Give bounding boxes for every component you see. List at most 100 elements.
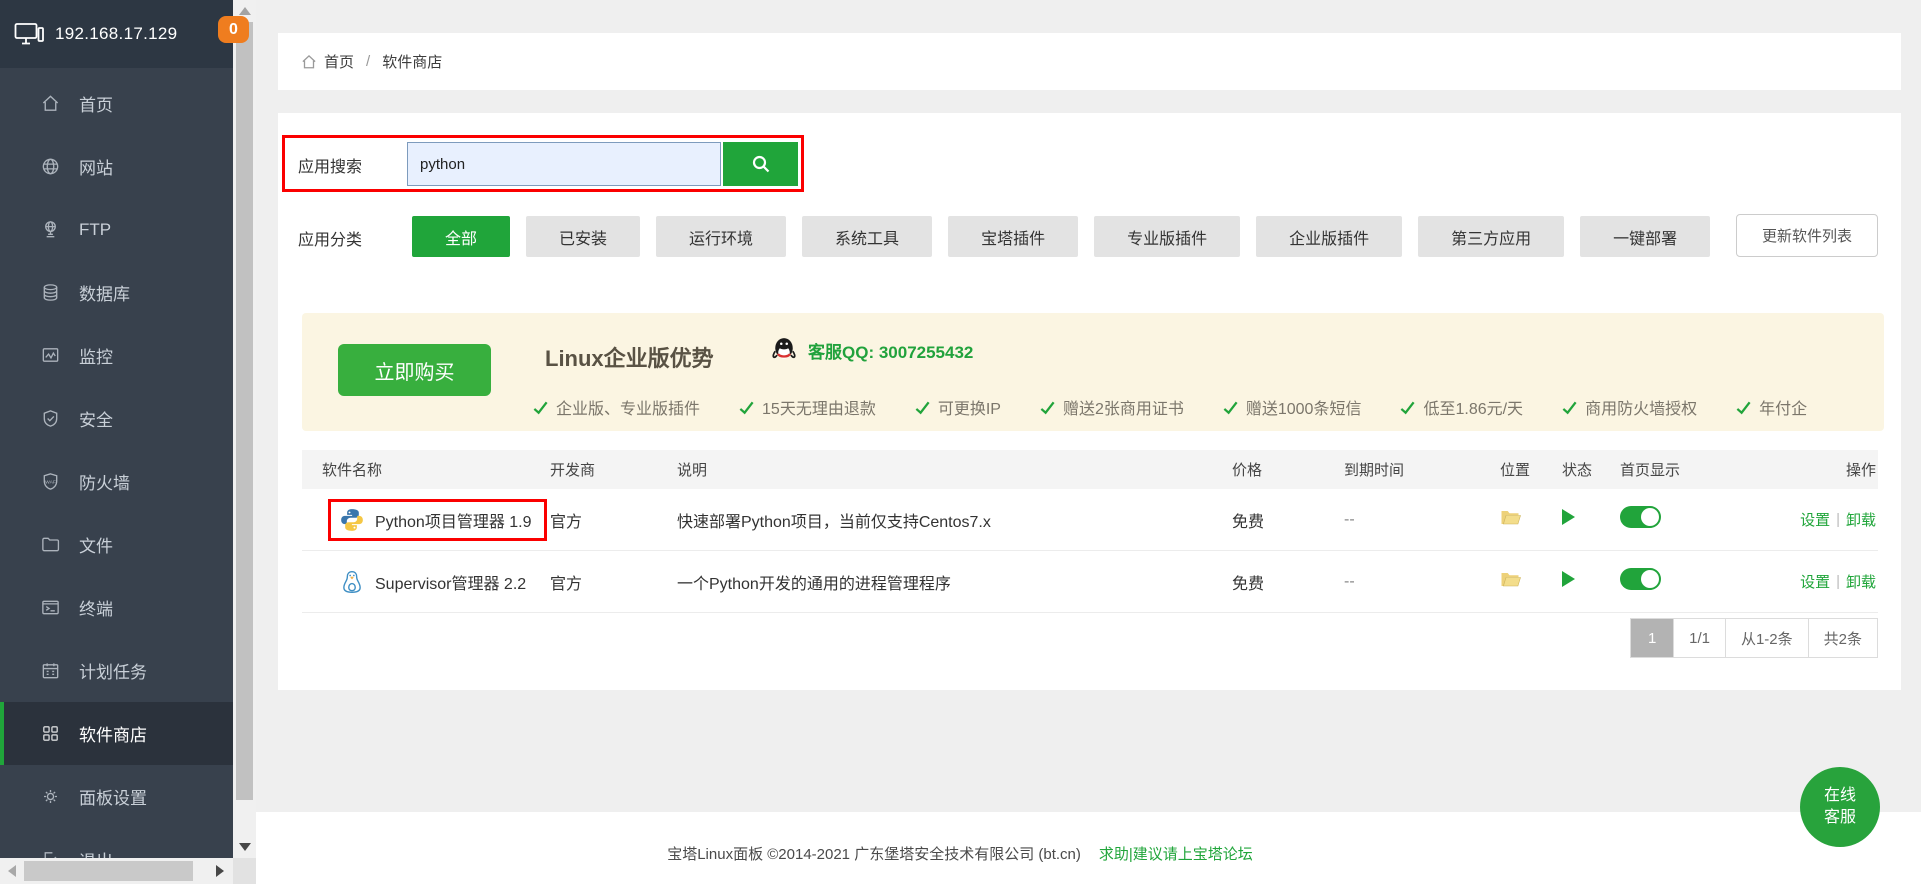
category-tab-bt-plugins[interactable]: 宝塔插件	[948, 216, 1078, 257]
app-name-link[interactable]: Supervisor管理器 2.2	[375, 570, 526, 594]
sidebar-item-security[interactable]: 安全	[0, 387, 233, 450]
table-row: Python项目管理器 1.9 官方 快速部署Python项目，当前仅支持Cen…	[302, 489, 1878, 551]
scroll-right-arrow-icon[interactable]	[216, 865, 224, 877]
category-tab-third-party[interactable]: 第三方应用	[1418, 216, 1564, 257]
banner-feature: 商用防火墙授权	[1561, 395, 1697, 419]
pagination: 1 1/1 从1-2条 共2条	[1631, 618, 1878, 658]
terminal-icon	[40, 597, 61, 618]
online-support-button[interactable]: 在线 客服	[1800, 767, 1880, 847]
sidebar-item-label: 退出	[79, 847, 113, 858]
uninstall-link[interactable]: 卸载	[1846, 509, 1876, 530]
col-header-name: 软件名称	[302, 459, 550, 480]
svg-text:WAF: WAF	[45, 479, 56, 485]
sidebar-item-monitor[interactable]: 监控	[0, 324, 233, 387]
sidebar-item-website[interactable]: 网站	[0, 135, 233, 198]
play-icon[interactable]	[1562, 571, 1575, 587]
breadcrumb-separator: /	[366, 53, 370, 70]
sidebar-item-firewall[interactable]: WAF 防火墙	[0, 450, 233, 513]
sidebar-nav: 首页 网站 FTP 数据库 监控 安全 WAF 防火墙 文件	[0, 68, 233, 858]
scrollbar-corner	[233, 858, 256, 884]
sidebar-item-label: 防火墙	[79, 469, 130, 494]
check-icon	[914, 399, 931, 416]
main-content: 宝塔Linux面板 ©2014-2021 广东堡塔安全技术有限公司 (bt.cn…	[256, 0, 1921, 884]
folder-icon	[40, 534, 61, 555]
settings-link[interactable]: 设置	[1800, 509, 1830, 530]
scroll-up-arrow-icon[interactable]	[239, 7, 251, 15]
sidebar-item-label: 首页	[79, 91, 113, 116]
check-icon	[1399, 399, 1416, 416]
check-icon	[1222, 399, 1239, 416]
check-icon	[1735, 399, 1752, 416]
banner-feature: 年付企	[1735, 395, 1807, 419]
folder-yellow-icon[interactable]	[1500, 570, 1522, 589]
category-filter-row: 全部 已安装 运行环境 系统工具 宝塔插件 专业版插件 企业版插件 第三方应用 …	[412, 216, 1710, 257]
category-tab-pro-plugins[interactable]: 专业版插件	[1094, 216, 1240, 257]
breadcrumb-home-link[interactable]: 首页	[324, 51, 354, 72]
support-qq: 客服QQ: 3007255432	[769, 335, 973, 365]
folder-yellow-icon[interactable]	[1500, 508, 1522, 527]
qq-penguin-icon	[769, 335, 799, 365]
category-tab-system-tools[interactable]: 系统工具	[802, 216, 932, 257]
horizontal-scrollbar-thumb[interactable]	[24, 861, 193, 881]
sidebar-item-label: 安全	[79, 406, 113, 431]
pagination-total: 共2条	[1808, 618, 1878, 658]
gear-icon	[40, 786, 61, 807]
app-store-panel: 应用搜索 应用分类 全部 已安装 运行环境 系统工具 宝塔插件 专业版插件 企业…	[278, 113, 1901, 690]
footer-forum-link[interactable]: 求助|建议请上宝塔论坛	[1099, 846, 1253, 863]
buy-now-button[interactable]: 立即购买	[338, 344, 491, 396]
banner-feature: 赠送2张商用证书	[1039, 395, 1184, 419]
app-developer: 官方	[550, 508, 677, 532]
sidebar-item-cron[interactable]: 计划任务	[0, 639, 233, 702]
sidebar-item-label: 监控	[79, 343, 113, 368]
scroll-left-arrow-icon[interactable]	[8, 865, 16, 877]
sidebar-item-label: 网站	[79, 154, 113, 179]
check-icon	[532, 399, 549, 416]
sidebar-item-app-store[interactable]: 软件商店	[0, 702, 233, 765]
sidebar-item-logout[interactable]: 退出	[0, 828, 233, 858]
category-tab-installed[interactable]: 已安装	[526, 216, 640, 257]
search-label: 应用搜索	[298, 153, 362, 177]
category-tab-runtime[interactable]: 运行环境	[656, 216, 786, 257]
breadcrumb-home-icon	[300, 53, 318, 71]
search-button[interactable]	[723, 142, 798, 186]
sidebar-horizontal-scrollbar[interactable]	[0, 858, 256, 884]
message-count-badge[interactable]: 0	[218, 16, 249, 43]
sidebar-item-panel-settings[interactable]: 面板设置	[0, 765, 233, 828]
banner-feature: 企业版、专业版插件	[532, 395, 700, 419]
settings-link[interactable]: 设置	[1800, 571, 1830, 592]
sidebar-item-label: 软件商店	[79, 721, 147, 746]
sidebar-vertical-scrollbar[interactable]	[233, 0, 256, 858]
uninstall-link[interactable]: 卸载	[1846, 571, 1876, 592]
breadcrumb-current: 软件商店	[382, 51, 442, 72]
category-tab-one-click[interactable]: 一键部署	[1580, 216, 1710, 257]
home-display-toggle[interactable]	[1620, 506, 1661, 528]
sidebar-item-database[interactable]: 数据库	[0, 261, 233, 324]
banner-feature-list: 企业版、专业版插件 15天无理由退款 可更换IP 赠送2张商用证书 赠送1000…	[532, 395, 1876, 419]
sidebar-item-label: FTP	[79, 220, 111, 240]
banner-title: Linux企业版优势	[545, 341, 714, 373]
sidebar-item-home[interactable]: 首页	[0, 72, 233, 135]
play-icon[interactable]	[1562, 509, 1575, 525]
vertical-scrollbar-thumb[interactable]	[236, 22, 253, 800]
toggle-knob	[1641, 570, 1659, 588]
banner-feature: 15天无理由退款	[738, 395, 876, 419]
search-input[interactable]	[407, 142, 721, 186]
table-row: Supervisor管理器 2.2 官方 一个Python开发的通用的进程管理程…	[302, 551, 1878, 613]
sidebar-item-files[interactable]: 文件	[0, 513, 233, 576]
app-name-link[interactable]: Python项目管理器 1.9	[375, 508, 532, 532]
server-header: 192.168.17.129	[0, 0, 233, 68]
enterprise-promo-banner: 立即购买 Linux企业版优势 客服QQ: 3007255432 企业版、专业版…	[302, 313, 1884, 431]
sidebar-item-ftp[interactable]: FTP	[0, 198, 233, 261]
sidebar-item-terminal[interactable]: 终端	[0, 576, 233, 639]
home-display-toggle[interactable]	[1620, 568, 1661, 590]
software-table: 软件名称 开发商 说明 价格 到期时间 位置 状态 首页显示 操作	[302, 450, 1878, 613]
pagination-page-1[interactable]: 1	[1630, 618, 1674, 658]
app-description: 一个Python开发的通用的进程管理程序	[677, 570, 1202, 594]
action-separator: |	[1836, 511, 1840, 528]
app-description: 快速部署Python项目，当前仅支持Centos7.x	[677, 508, 1202, 532]
category-tab-enterprise-plugins[interactable]: 企业版插件	[1256, 216, 1402, 257]
update-software-list-button[interactable]: 更新软件列表	[1736, 214, 1878, 257]
col-header-expire: 到期时间	[1314, 459, 1474, 480]
category-tab-all[interactable]: 全部	[412, 216, 510, 257]
scroll-down-arrow-icon[interactable]	[239, 843, 251, 851]
